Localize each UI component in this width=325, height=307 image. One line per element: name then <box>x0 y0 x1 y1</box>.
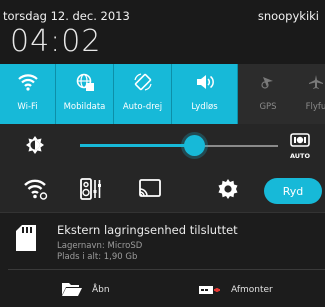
clear-button[interactable]: Ryd <box>264 178 322 204</box>
tile-mobile-data-label: Mobildata <box>63 102 106 112</box>
clock-time: 04:02 <box>10 24 102 59</box>
airplane-icon <box>296 72 325 92</box>
notification-title: Ekstern lagringsenhed tilsluttet <box>57 223 238 237</box>
open-label: Åbn <box>92 285 110 295</box>
status-header: torsdag 12. dec. 2013 snoopykiki 04:02 <box>0 0 325 64</box>
unmount-button[interactable]: Afmonter <box>199 273 273 307</box>
tile-mobile-data[interactable]: Mobildata <box>56 64 114 124</box>
auto-brightness-toggle[interactable]: AUTO <box>286 132 314 160</box>
auto-brightness-label: AUTO <box>289 152 311 160</box>
speaker-icon <box>172 72 237 92</box>
auto-brightness-icon <box>290 132 310 151</box>
brightness-slider-thumb[interactable] <box>184 135 205 156</box>
brightness-slider-fill[interactable] <box>80 144 196 147</box>
notification-divider <box>8 269 325 270</box>
tile-gps[interactable]: GPS <box>240 64 296 124</box>
folder-icon <box>62 281 82 300</box>
unmount-icon <box>199 281 221 300</box>
tile-gps-label: GPS <box>259 102 277 112</box>
quick-settings-row: Wi-Fi Mobildata Auto-drej Lydløs GPS Fly… <box>0 64 325 124</box>
notification-storage-size: Plads i alt: 1,90 Gb <box>57 252 138 262</box>
gps-icon <box>240 72 296 92</box>
rotate-icon <box>114 72 171 92</box>
tile-airplane[interactable]: Flyfu <box>296 64 325 124</box>
notification-storage-name: Lagernavn: MicroSD <box>57 241 143 251</box>
wifi-icon <box>0 72 55 92</box>
sound-mixer-icon[interactable] <box>80 178 102 204</box>
brightness-icon <box>26 136 44 158</box>
tile-auto-rotate-label: Auto-drej <box>122 102 163 112</box>
tile-silent[interactable]: Lydløs <box>172 64 238 124</box>
gear-icon[interactable] <box>218 179 238 203</box>
user-name[interactable]: snoopykiki <box>258 9 319 23</box>
sd-card-icon <box>16 225 36 255</box>
tile-silent-label: Lydløs <box>191 102 218 112</box>
tile-airplane-label: Flyfu <box>305 102 325 112</box>
wifi-settings-icon[interactable] <box>24 178 48 204</box>
tile-wifi[interactable]: Wi-Fi <box>0 64 56 124</box>
brightness-slider-track[interactable] <box>196 145 278 147</box>
date-label: torsdag 12. dec. 2013 <box>3 9 130 23</box>
unmount-label: Afmonter <box>231 285 273 295</box>
screen-cast-icon[interactable] <box>138 178 162 204</box>
storage-notification[interactable]: Ekstern lagringsenhed tilsluttet Lagerna… <box>0 212 325 307</box>
tile-wifi-label: Wi-Fi <box>17 102 38 112</box>
open-button[interactable]: Åbn <box>62 273 110 307</box>
tile-auto-rotate[interactable]: Auto-drej <box>114 64 172 124</box>
globe-icon <box>56 72 113 92</box>
tools-row: Ryd <box>0 168 325 212</box>
brightness-row: AUTO <box>0 124 325 168</box>
